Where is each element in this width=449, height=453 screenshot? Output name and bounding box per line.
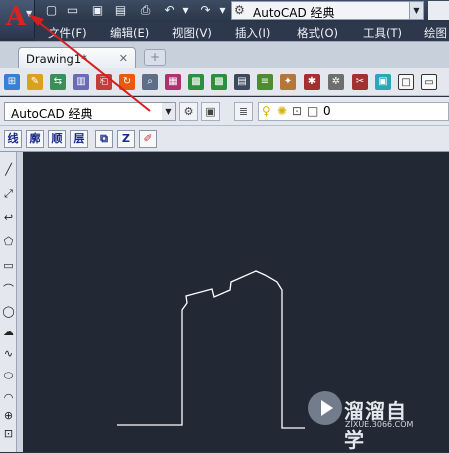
block-editor-icon[interactable]: ✎ [27,74,43,90]
window-icon[interactable]: ▭ [421,74,437,90]
sun-icon: ✺ [277,104,288,118]
toolbar3-button-order[interactable]: 顺 [48,130,66,148]
menu-insert[interactable]: 插入(I) [235,25,270,41]
redo-dropdown-icon[interactable]: ▾ [215,3,230,18]
watermark-url: ZIXUE.3066.COM [345,420,414,429]
line-icon[interactable]: ╱ [2,162,15,177]
help-icon[interactable] [428,1,449,20]
region-icon[interactable]: ▣ [375,74,391,90]
revcloud-icon[interactable]: ☁ [2,324,15,339]
sheet-set-icon[interactable]: ▤ [234,74,250,90]
rectangle-icon[interactable]: ▭ [2,258,15,273]
layer-icon[interactable]: ▥ [73,74,89,90]
chevron-down-icon[interactable]: ▼ [409,2,423,19]
color-swatch-icon: □ [307,104,319,118]
redo-icon[interactable]: ↷ [198,3,213,18]
xref-icon[interactable]: ⇆ [50,74,66,90]
file-tab-bar: Drawing1* ✕ + [0,41,449,69]
save-icon[interactable]: ▣ [90,3,105,18]
menu-tools[interactable]: 工具(T) [363,25,402,41]
hatch-icon[interactable]: ✲ [328,74,344,90]
calc-icon[interactable]: ✦ [280,74,296,90]
menu-draw[interactable]: 绘图 [424,25,447,41]
ellipse-arc-icon[interactable]: ◠ [2,390,15,405]
polyline-icon[interactable]: ↩ [2,210,15,225]
undo-dropdown-icon[interactable]: ▾ [178,3,193,18]
undo-icon[interactable]: ↶ [162,3,177,18]
workspace-layer-toolbar: AutoCAD 经典 ▼ ⚙ ▣ ≣ ♀ ✺ ⊡ □ 0 [0,97,449,126]
application-menu-button[interactable]: A ▼ [0,0,35,38]
save-as-icon[interactable]: ▤ [113,3,128,18]
make-block-icon[interactable]: ⊡ [2,426,15,441]
draw-toolbar: ╱ ⤢ ↩ ⬠ ▭ ⌒ ◯ ☁ ∿ ⬭ ◠ ⊕ ⊡ [0,152,17,452]
construction-line-icon[interactable]: ⤢ [2,186,15,201]
toolbar3-button-layer[interactable]: 层 [70,130,88,148]
arc-icon[interactable]: ⌒ [2,282,15,297]
zone-icon[interactable]: Z [117,130,135,148]
insert-block-icon[interactable]: ⊕ [2,408,15,423]
workspace-settings-icon[interactable]: ⚙ [179,102,198,121]
play-logo-icon [308,391,342,425]
workspace-save-icon[interactable]: ▣ [201,102,220,121]
ellipse-icon[interactable]: ⬭ [2,368,15,383]
attach-icon[interactable]: ⎗ [96,74,112,90]
layer-name: 0 [323,104,331,118]
tab-drawing1[interactable]: Drawing1* ✕ [18,47,136,69]
square-icon[interactable]: □ [398,74,414,90]
polygon-icon[interactable]: ⬠ [2,234,15,249]
refresh-icon[interactable]: ↻ [119,74,135,90]
chevron-down-icon: ▼ [26,9,33,18]
workspace-dropdown-value: AutoCAD 经典 [11,107,93,121]
design-center-icon[interactable]: ▩ [188,74,204,90]
properties-icon[interactable]: ▦ [165,74,181,90]
workspace-select-value: AutoCAD 经典 [253,6,335,20]
circle-icon[interactable]: ◯ [2,304,15,319]
zoom-icon[interactable]: ⌕ [142,74,158,90]
new-tab-button[interactable]: + [144,49,166,66]
toolbar3-button-line[interactable]: 线 [4,130,22,148]
tool-icon[interactable]: ✱ [304,74,320,90]
watermark: 溜溜自学 ZIXUE.3066.COM [304,385,424,452]
menu-file[interactable]: 文件(F) [48,25,87,41]
menu-edit[interactable]: 编辑(E) [110,25,149,41]
spline-icon[interactable]: ∿ [2,346,15,361]
markup-icon[interactable]: ≡ [257,74,273,90]
menu-format[interactable]: 格式(O) [297,25,338,41]
toolbar3-button-contour[interactable]: 廓 [26,130,44,148]
matchprop-icon[interactable]: ⊞ [4,74,20,90]
layer-control[interactable]: ♀ ✺ ⊡ □ 0 [258,102,449,121]
menu-view[interactable]: 视图(V) [172,25,212,41]
tab-label: Drawing1* [26,52,87,66]
open-folder-icon[interactable]: ▭ [65,3,80,18]
erase-icon[interactable]: ✂ [352,74,368,90]
workspace-dropdown[interactable]: AutoCAD 经典 ▼ [4,102,176,121]
lock-icon: ⊡ [292,104,303,118]
close-icon[interactable]: ✕ [119,52,128,65]
tool-palette-icon[interactable]: ▩ [211,74,227,90]
overlap-icon[interactable]: ⧉ [95,130,113,148]
standard-toolbar: ⊞ ✎ ⇆ ▥ ⎗ ↻ ⌕ ▦ ▩ ▩ ▤ ≡ ✦ ✱ ✲ ✂ ▣ □ ▭ [0,68,449,96]
new-file-icon[interactable]: ▢ [44,3,59,18]
brush-icon[interactable]: ✐ [139,130,157,148]
workspace-select[interactable]: ⚙ AutoCAD 经典 ▼ [231,1,424,20]
gear-icon: ⚙ [234,3,245,17]
chevron-down-icon[interactable]: ▼ [162,103,175,120]
print-icon[interactable]: ⎙ [138,3,153,18]
custom-toolbar: 线 廓 顺 层 ⧉ Z ✐ [0,126,449,152]
autocad-logo-icon: A [6,2,27,32]
layer-properties-icon[interactable]: ≣ [234,102,253,121]
lightbulb-icon: ♀ [262,104,271,118]
